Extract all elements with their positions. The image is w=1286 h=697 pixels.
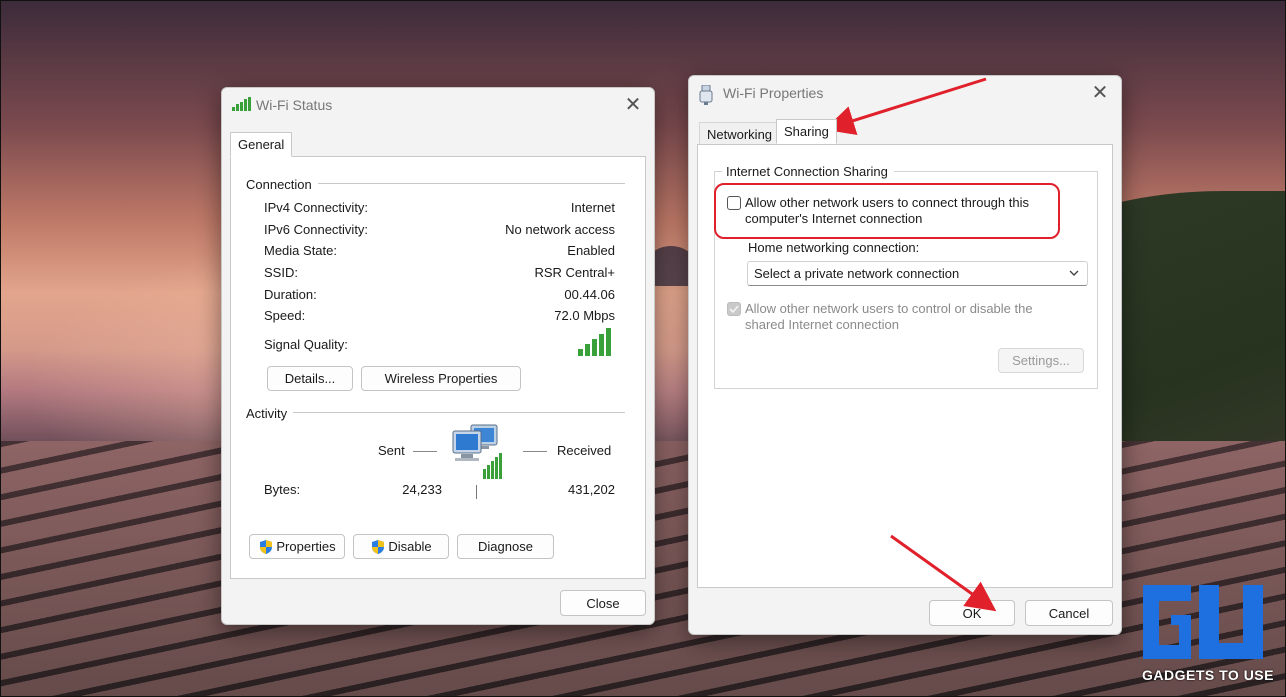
arrow-to-sharing-tab — [824, 77, 987, 136]
tab-general[interactable]: General — [230, 132, 293, 157]
annotation-arrows — [824, 77, 997, 612]
logo-text: GADGETS TO USE — [1142, 667, 1274, 683]
gadgets-to-use-logo: GADGETS TO USE — [1133, 579, 1283, 691]
arrow-to-ok-button — [890, 534, 997, 612]
tab-sharing[interactable]: Sharing — [776, 119, 837, 144]
screenshot-frame: Wi-Fi Status ✕ General Connection IPv4 C… — [0, 0, 1286, 697]
logo-mark-icon — [1143, 585, 1263, 659]
